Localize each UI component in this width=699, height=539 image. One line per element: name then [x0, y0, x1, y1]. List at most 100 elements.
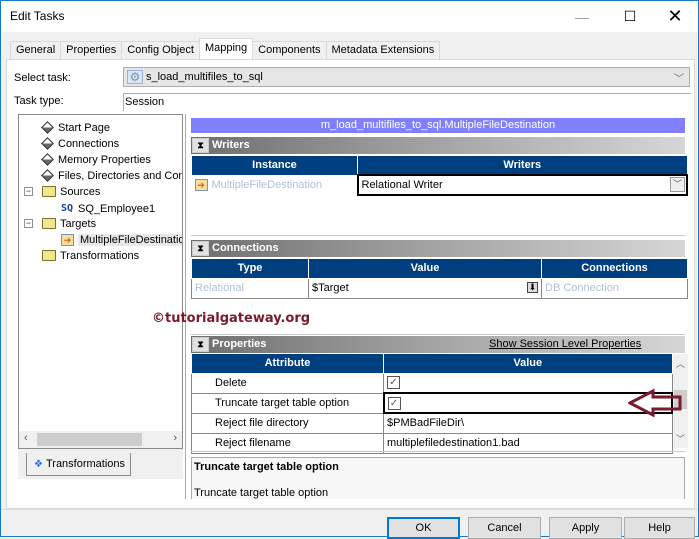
- type-cell: Relational: [191, 277, 309, 299]
- tree-item-connections[interactable]: Connections: [41, 136, 120, 151]
- tree-item-memory-properties[interactable]: Memory Properties: [41, 152, 151, 167]
- tree-item-label: Targets: [60, 217, 97, 230]
- attribute-cell: Reject file directory: [191, 412, 384, 434]
- edit-tasks-dialog: Edit Tasks — ☐ ✕ General Properties Conf…: [0, 0, 699, 539]
- divider: [191, 334, 685, 335]
- collapse-section-icon[interactable]: ⧗: [192, 241, 209, 256]
- tree-item-label: Memory Properties: [58, 153, 151, 166]
- attribute-cell: Truncate target table option: [191, 392, 384, 414]
- tab-mapping[interactable]: Mapping: [198, 38, 254, 59]
- minimize-button[interactable]: —: [559, 1, 605, 32]
- writers-section-header: ⧗ Writers: [191, 137, 685, 154]
- table-row: Delete ✓: [191, 372, 673, 394]
- diamond-icon: [41, 169, 54, 182]
- tree-item-start-page[interactable]: Start Page: [41, 120, 110, 135]
- tree-item-label: SQ_Employee1: [78, 202, 156, 215]
- title-bar: Edit Tasks — ☐ ✕: [1, 1, 698, 32]
- connections-section-header: ⧗ Connections: [191, 240, 685, 257]
- properties-table: Attribute Value Delete ✓ Truncate target…: [191, 354, 673, 454]
- tab-strip: General Properties Config Object Mapping…: [10, 38, 441, 60]
- tree-item-sq-employee1[interactable]: SQ SQ_Employee1: [61, 201, 155, 216]
- tree-item-label: Start Page: [58, 121, 110, 134]
- value-cell[interactable]: multiplefiledestination1.bad: [383, 432, 673, 454]
- folder-icon: [42, 218, 56, 229]
- divider: [191, 451, 685, 452]
- tree-bottom-tabs: ❖ Transformations: [18, 449, 183, 479]
- pane-divider[interactable]: [185, 114, 186, 499]
- connection-value: $Target: [312, 282, 349, 294]
- column-header-connections: Connections: [541, 259, 688, 279]
- checkbox-delete[interactable]: ✓: [387, 376, 400, 390]
- description-panel: Truncate target table option Truncate ta…: [191, 457, 685, 499]
- chevron-down-icon[interactable]: ﹀: [670, 177, 685, 192]
- connections-table: Type Value Connections Relational $Targe…: [191, 259, 688, 299]
- section-title: Properties: [212, 338, 267, 350]
- attribute-cell: Delete: [191, 372, 384, 394]
- close-button[interactable]: ✕: [652, 1, 698, 32]
- tab-components[interactable]: Components: [252, 41, 327, 60]
- column-header-type: Type: [191, 259, 309, 279]
- checkbox-truncate-target-table[interactable]: ✓: [387, 396, 401, 410]
- table-row: Relational $Target ⬇ DB Connection: [191, 277, 688, 299]
- column-header-attribute: Attribute: [191, 354, 384, 374]
- tree-item-files-directories[interactable]: Files, Directories and Com: [41, 168, 182, 183]
- table-row: Reject filename multiplefiledestination1…: [191, 432, 673, 454]
- section-title: Writers: [212, 139, 250, 151]
- show-session-level-properties-link[interactable]: Show Session Level Properties: [489, 336, 641, 353]
- scroll-up-icon[interactable]: ︿: [676, 357, 685, 370]
- tree-item-label: Connections: [58, 137, 120, 150]
- select-task-dropdown[interactable]: ⚙ s_load_multifiles_to_sql ﹀: [123, 67, 690, 87]
- tree-item-multiplefiledestination[interactable]: ➔ MultipleFileDestination: [61, 232, 182, 247]
- collapse-section-icon[interactable]: ⧗: [192, 138, 209, 153]
- tab-label: Transformations: [45, 458, 126, 470]
- window-title: Edit Tasks: [10, 9, 65, 23]
- collapse-section-icon[interactable]: ⧗: [192, 337, 209, 352]
- column-header-value: Value: [308, 259, 542, 279]
- collapse-icon[interactable]: −: [24, 187, 33, 196]
- tree-item-sources[interactable]: − Sources: [24, 184, 100, 199]
- tree-item-label: MultipleFileDestination: [78, 233, 182, 246]
- transformations-icon: ❖: [34, 458, 43, 470]
- cancel-button[interactable]: Cancel: [468, 517, 541, 539]
- chevron-down-icon: ﹀: [674, 74, 684, 85]
- horizontal-scrollbar[interactable]: ‹ ›: [19, 431, 182, 448]
- watermark: ©tutorialgateway.org: [152, 311, 311, 326]
- tree-item-targets[interactable]: − Targets: [24, 216, 96, 231]
- tree-item-transformations[interactable]: Transformations: [42, 248, 139, 263]
- column-header-instance: Instance: [191, 156, 358, 176]
- select-task-label: Select task:: [14, 72, 71, 84]
- tab-general[interactable]: General: [10, 41, 62, 60]
- maximize-button[interactable]: ☐: [607, 1, 653, 32]
- tree-item-label: Sources: [60, 185, 101, 198]
- task-type-field: Session: [123, 93, 337, 111]
- scroll-left-icon[interactable]: ‹: [24, 432, 28, 444]
- tab-config-object[interactable]: Config Object: [121, 41, 200, 60]
- tab-metadata-extensions[interactable]: Metadata Extensions: [325, 41, 441, 60]
- column-header-value: Value: [383, 354, 673, 374]
- arrow-down-icon[interactable]: ⬇: [527, 281, 538, 293]
- diamond-icon: [41, 121, 54, 134]
- instance-cell: ➔ MultipleFileDestination: [191, 175, 358, 195]
- scroll-down-icon[interactable]: ﹀: [676, 432, 685, 445]
- tab-properties[interactable]: Properties: [60, 41, 123, 60]
- column-header-writers: Writers: [357, 156, 688, 176]
- annotation-arrow-icon: [628, 388, 682, 418]
- properties-section-header: ⧗ Properties Show Session Level Properti…: [191, 336, 685, 353]
- help-button[interactable]: Help: [624, 517, 695, 539]
- ok-button[interactable]: OK: [387, 517, 460, 539]
- tab-transformations[interactable]: ❖ Transformations: [26, 453, 131, 476]
- source-qualifier-icon: SQ: [61, 203, 74, 214]
- divider: [1, 509, 698, 510]
- scrollbar-thumb[interactable]: [37, 433, 142, 446]
- apply-button[interactable]: Apply: [549, 517, 622, 539]
- folder-icon: [42, 186, 56, 197]
- collapse-icon[interactable]: −: [24, 219, 33, 228]
- value-cell[interactable]: $Target ⬇: [308, 277, 542, 299]
- description-text: Truncate target table option: [194, 487, 329, 499]
- target-icon: ➔: [61, 233, 74, 246]
- scroll-right-icon[interactable]: ›: [173, 432, 177, 444]
- connections-cell: DB Connection: [541, 277, 688, 299]
- writer-dropdown[interactable]: Relational Writer ﹀: [356, 174, 688, 196]
- section-title: Connections: [212, 242, 279, 254]
- diamond-icon: [41, 137, 54, 150]
